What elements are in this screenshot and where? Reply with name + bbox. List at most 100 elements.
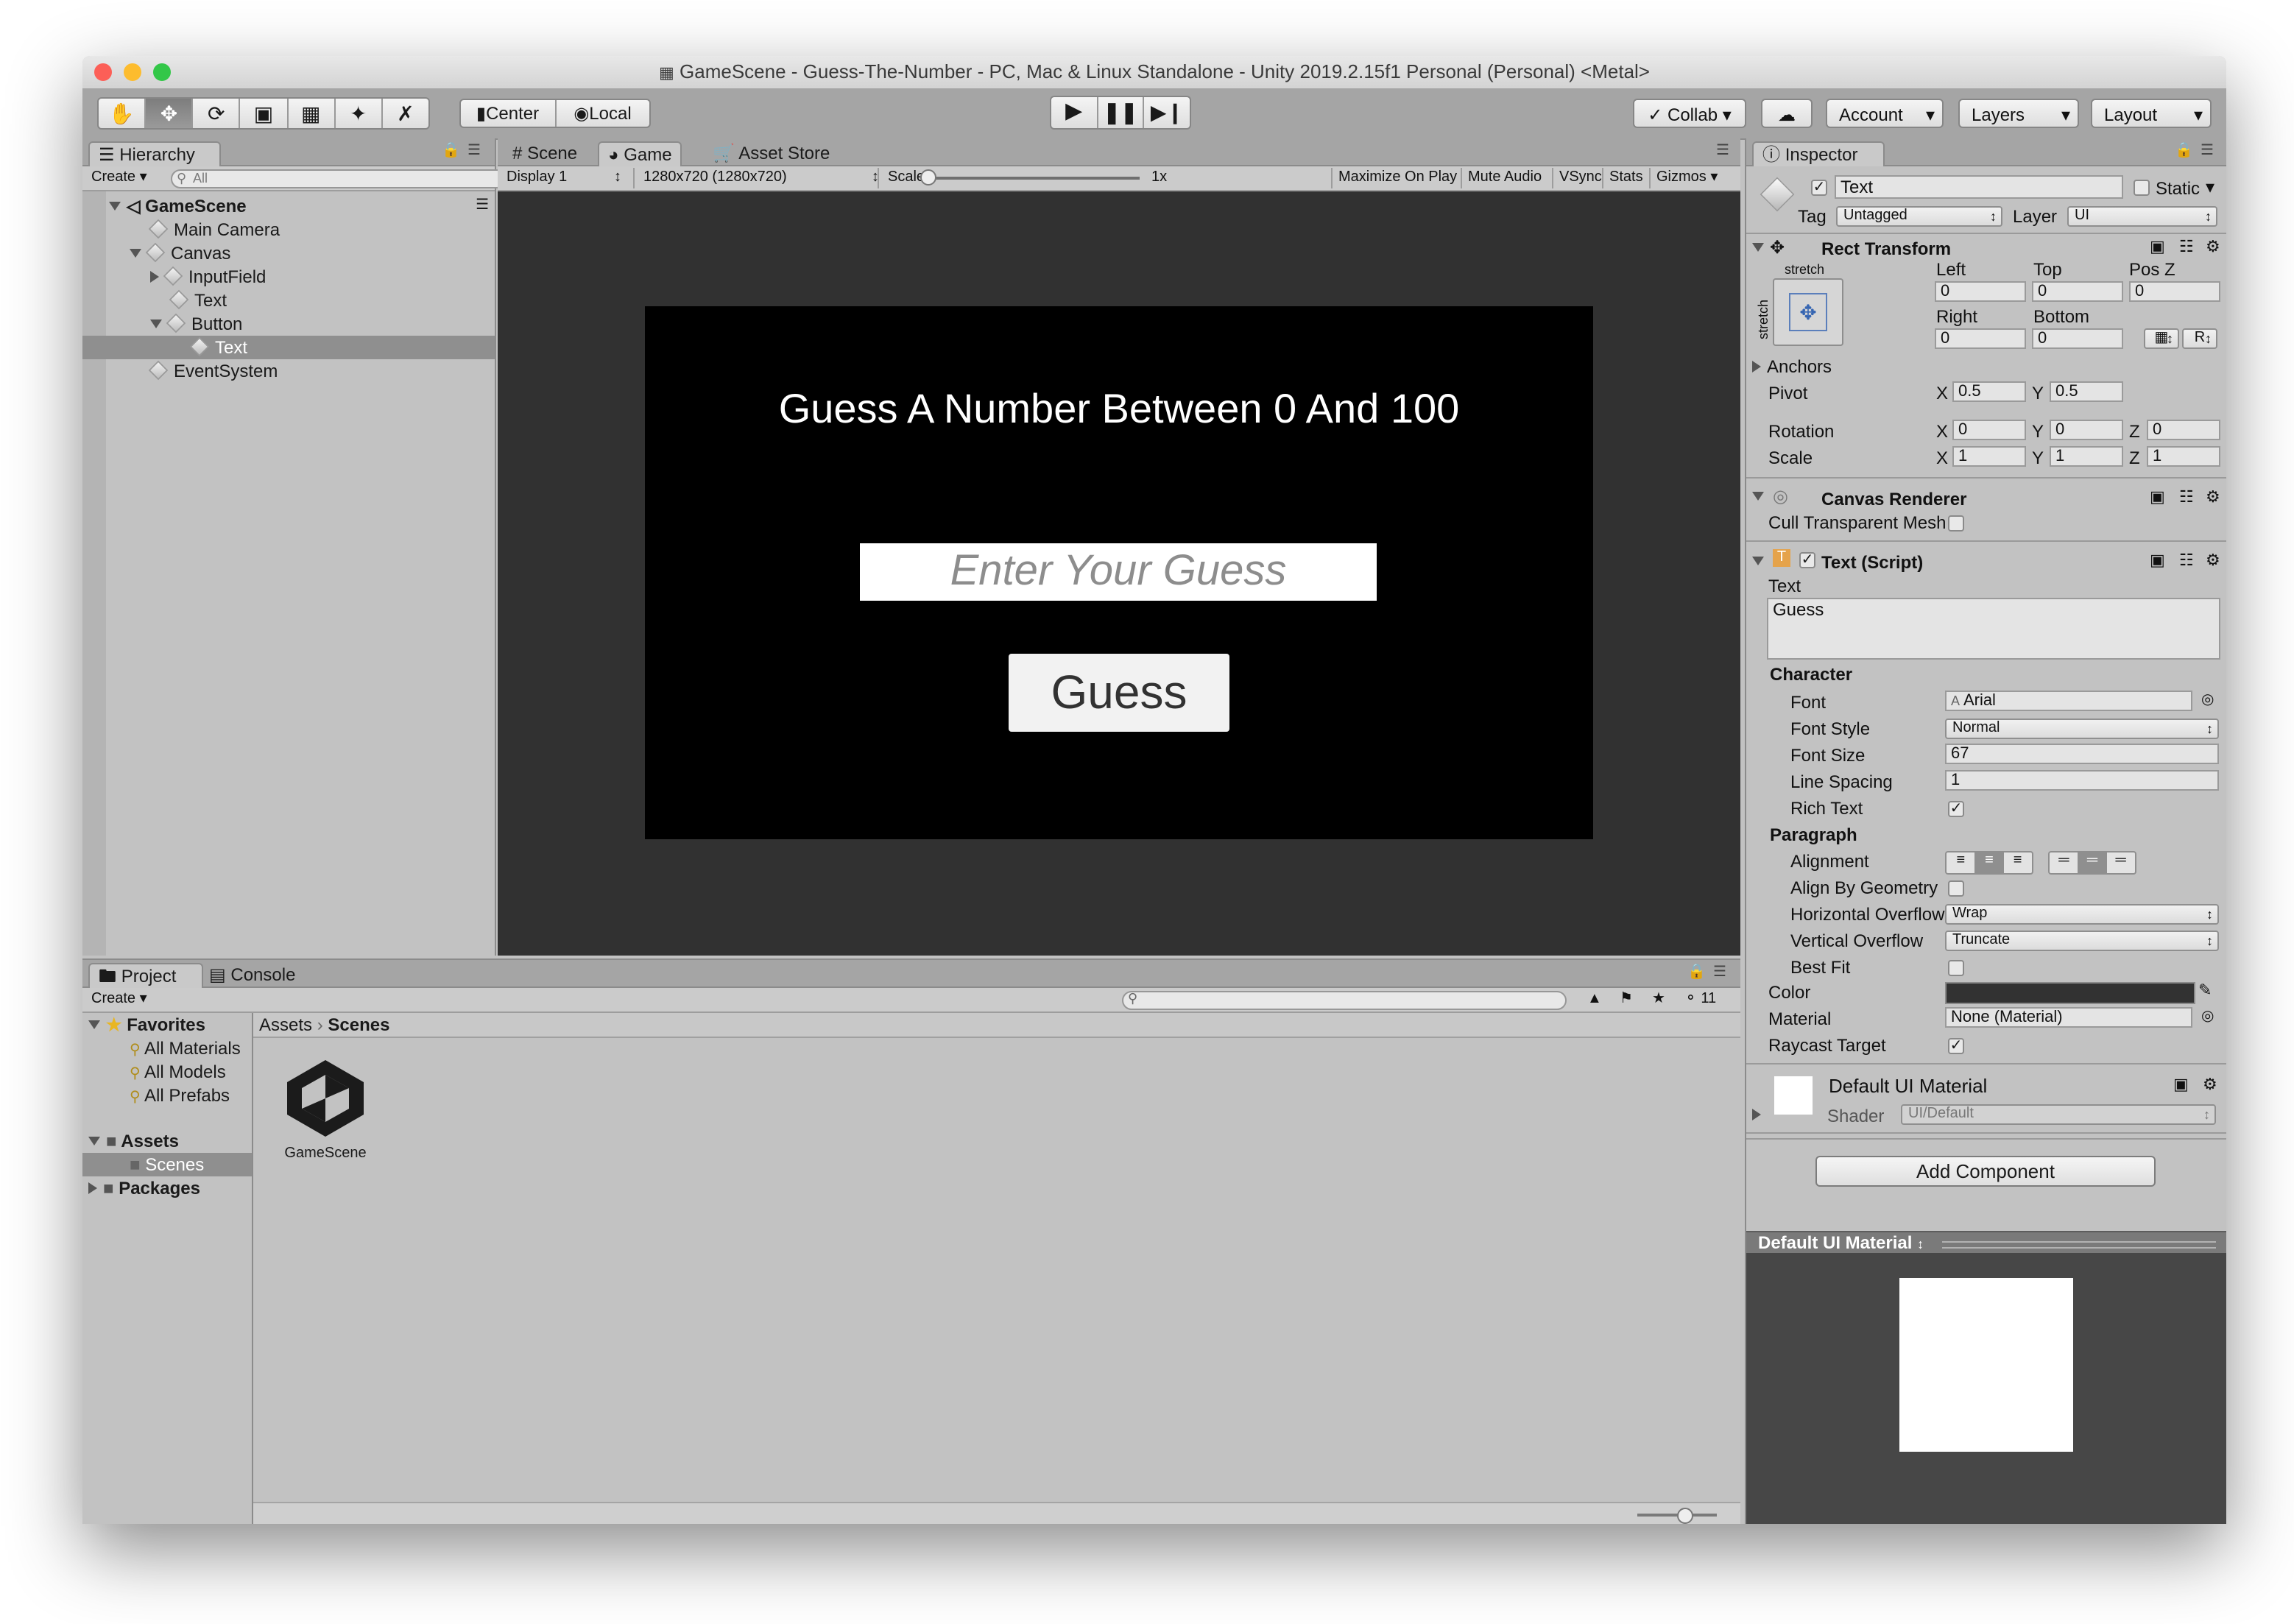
- scene-row[interactable]: ◁ GameScene ☰: [82, 194, 495, 218]
- asset-item-gamescene[interactable]: GameScene: [274, 1054, 377, 1162]
- gizmos-toggle[interactable]: Gizmos ▾: [1649, 168, 1718, 188]
- blueprint-mode-button[interactable]: ▦: [2144, 328, 2179, 349]
- tree-item-button-text-selected[interactable]: Text: [82, 336, 495, 359]
- guess-button[interactable]: Guess: [1009, 654, 1229, 732]
- tab-asset-store[interactable]: 🛒 Asset Store: [704, 141, 839, 165]
- preset-icon[interactable]: ☷: [2179, 487, 2194, 508]
- tree-item-main-camera[interactable]: Main Camera: [82, 218, 495, 241]
- custom-tool-icon[interactable]: ✗: [383, 99, 428, 128]
- preset-icon[interactable]: ☷: [2179, 237, 2194, 258]
- help-icon[interactable]: ▣: [2150, 551, 2165, 571]
- favorite-all-materials[interactable]: ⚲ All Materials: [82, 1037, 252, 1060]
- tab-scene[interactable]: # Scene: [504, 141, 586, 165]
- cull-transparent-mesh-checkbox[interactable]: [1948, 515, 1964, 532]
- scale-x-field[interactable]: 1: [1952, 446, 2026, 467]
- lock-icon[interactable]: 🔒: [2175, 143, 2193, 160]
- panel-menu-icon[interactable]: ☰: [2198, 143, 2216, 160]
- tree-item-button[interactable]: Button: [82, 312, 495, 336]
- anchor-presets-button[interactable]: ✥: [1773, 278, 1843, 346]
- material-foldout[interactable]: [1752, 1104, 1767, 1125]
- add-component-button[interactable]: Add Component: [1815, 1156, 2156, 1187]
- tree-scenes-selected[interactable]: ■ Scenes: [82, 1153, 252, 1176]
- color-swatch[interactable]: [1945, 982, 2195, 1004]
- scale-y-field[interactable]: 1: [2050, 446, 2123, 467]
- settings-gear-icon[interactable]: ⚙: [2203, 1075, 2217, 1095]
- text-area[interactable]: Guess: [1767, 598, 2220, 660]
- rect-tool-icon[interactable]: ▦: [288, 99, 336, 128]
- play-button[interactable]: ▶: [1051, 97, 1098, 128]
- expand-arrow-icon[interactable]: [130, 249, 141, 258]
- favorite-all-prefabs[interactable]: ⚲ All Prefabs: [82, 1084, 252, 1107]
- layer-dropdown[interactable]: UI: [2067, 206, 2217, 227]
- help-icon[interactable]: ▣: [2173, 1075, 2189, 1095]
- rect-transform-foldout[interactable]: [1752, 237, 1770, 258]
- tree-item-inputfield[interactable]: InputField: [82, 265, 495, 289]
- object-name-field[interactable]: Text: [1835, 175, 2123, 199]
- left-field[interactable]: 0: [1935, 281, 2026, 302]
- eyedropper-icon[interactable]: ✎: [2198, 981, 2212, 1001]
- layers-dropdown[interactable]: Layers ▾: [1958, 99, 2079, 128]
- align-left-icon[interactable]: ≡: [1947, 852, 1975, 873]
- lock-icon[interactable]: 🔒: [1687, 964, 1706, 982]
- tree-item-text[interactable]: Text: [82, 289, 495, 312]
- collapsed-arrow-icon[interactable]: [150, 271, 159, 283]
- project-create-dropdown[interactable]: Create ▾: [91, 989, 147, 1010]
- stats-toggle[interactable]: Stats: [1602, 168, 1643, 188]
- align-center-icon[interactable]: ≡: [1974, 852, 2004, 873]
- best-fit-checkbox[interactable]: [1948, 960, 1964, 976]
- scale-slider-handle[interactable]: [920, 169, 936, 186]
- rich-text-checkbox[interactable]: ✓: [1948, 801, 1964, 817]
- font-field[interactable]: A Arial: [1945, 691, 2192, 711]
- settings-gear-icon[interactable]: ⚙: [2206, 487, 2220, 508]
- lock-icon[interactable]: 🔒: [442, 143, 460, 160]
- help-icon[interactable]: ▣: [2150, 487, 2165, 508]
- tree-assets[interactable]: ■ Assets: [82, 1129, 252, 1153]
- cloud-button[interactable]: ☁: [1761, 99, 1813, 128]
- raw-edit-button[interactable]: R: [2182, 328, 2217, 349]
- breadcrumb-assets[interactable]: Assets: [259, 1014, 312, 1035]
- tab-hierarchy[interactable]: ☰ Hierarchy: [88, 141, 221, 166]
- top-field[interactable]: 0: [2032, 281, 2123, 302]
- center-toggle[interactable]: ▮Center: [461, 100, 556, 127]
- rotate-tool-icon[interactable]: ⟳: [194, 99, 241, 128]
- pause-button[interactable]: ❚❚: [1098, 97, 1145, 128]
- settings-gear-icon[interactable]: ⚙: [2206, 237, 2220, 258]
- move-tool-icon[interactable]: ✥: [146, 99, 194, 128]
- expand-arrow-icon[interactable]: [109, 202, 121, 211]
- search-by-label-icon[interactable]: ⚑: [1620, 989, 1633, 1010]
- bottom-field[interactable]: 0: [2032, 328, 2123, 349]
- favorite-star-icon[interactable]: ★: [1652, 989, 1665, 1010]
- object-picker-icon[interactable]: ◎: [2201, 691, 2214, 711]
- panel-menu-icon[interactable]: ☰: [1714, 143, 1732, 160]
- tree-favorites[interactable]: ★ Favorites: [82, 1013, 252, 1037]
- scale-z-field[interactable]: 1: [2147, 446, 2220, 467]
- scale-slider-track[interactable]: [922, 177, 1140, 180]
- local-toggle[interactable]: ◉Local: [556, 100, 649, 127]
- project-search-input[interactable]: ⚲: [1122, 991, 1567, 1010]
- static-checkbox[interactable]: [2134, 180, 2150, 196]
- help-icon[interactable]: ▣: [2150, 237, 2165, 258]
- tree-item-eventsystem[interactable]: EventSystem: [82, 359, 495, 383]
- panel-menu-icon[interactable]: ☰: [465, 143, 483, 160]
- align-by-geometry-checkbox[interactable]: [1948, 880, 1964, 897]
- hierarchy-search-input[interactable]: ⚲ All: [171, 169, 507, 188]
- layout-dropdown[interactable]: Layout ▾: [2091, 99, 2212, 128]
- transform-tool-icon[interactable]: ✦: [335, 99, 383, 128]
- tree-item-canvas[interactable]: Canvas: [82, 241, 495, 265]
- posz-field[interactable]: 0: [2129, 281, 2220, 302]
- tab-project[interactable]: 🖿 Project: [88, 963, 203, 988]
- canvas-renderer-foldout[interactable]: [1752, 486, 1770, 506]
- align-bottom-icon[interactable]: ═: [2106, 852, 2135, 873]
- asset-zoom-slider-handle[interactable]: [1677, 1508, 1693, 1524]
- vertical-overflow-dropdown[interactable]: Truncate: [1945, 931, 2219, 951]
- expand-arrow-icon[interactable]: [150, 319, 162, 328]
- display-dropdown[interactable]: Display 1 ↕: [507, 168, 621, 188]
- text-enabled-checkbox[interactable]: ✓: [1799, 552, 1815, 568]
- text-script-foldout[interactable]: [1752, 551, 1770, 571]
- step-button[interactable]: ▶❙: [1145, 97, 1190, 128]
- shader-dropdown[interactable]: UI/Default: [1901, 1104, 2216, 1125]
- mute-audio-toggle[interactable]: Mute Audio: [1461, 168, 1542, 188]
- hidden-packages-toggle[interactable]: ⚬ 11: [1684, 989, 1716, 1010]
- anchors-foldout[interactable]: Anchors: [1752, 356, 1832, 377]
- hand-tool-icon[interactable]: ✋: [99, 99, 147, 128]
